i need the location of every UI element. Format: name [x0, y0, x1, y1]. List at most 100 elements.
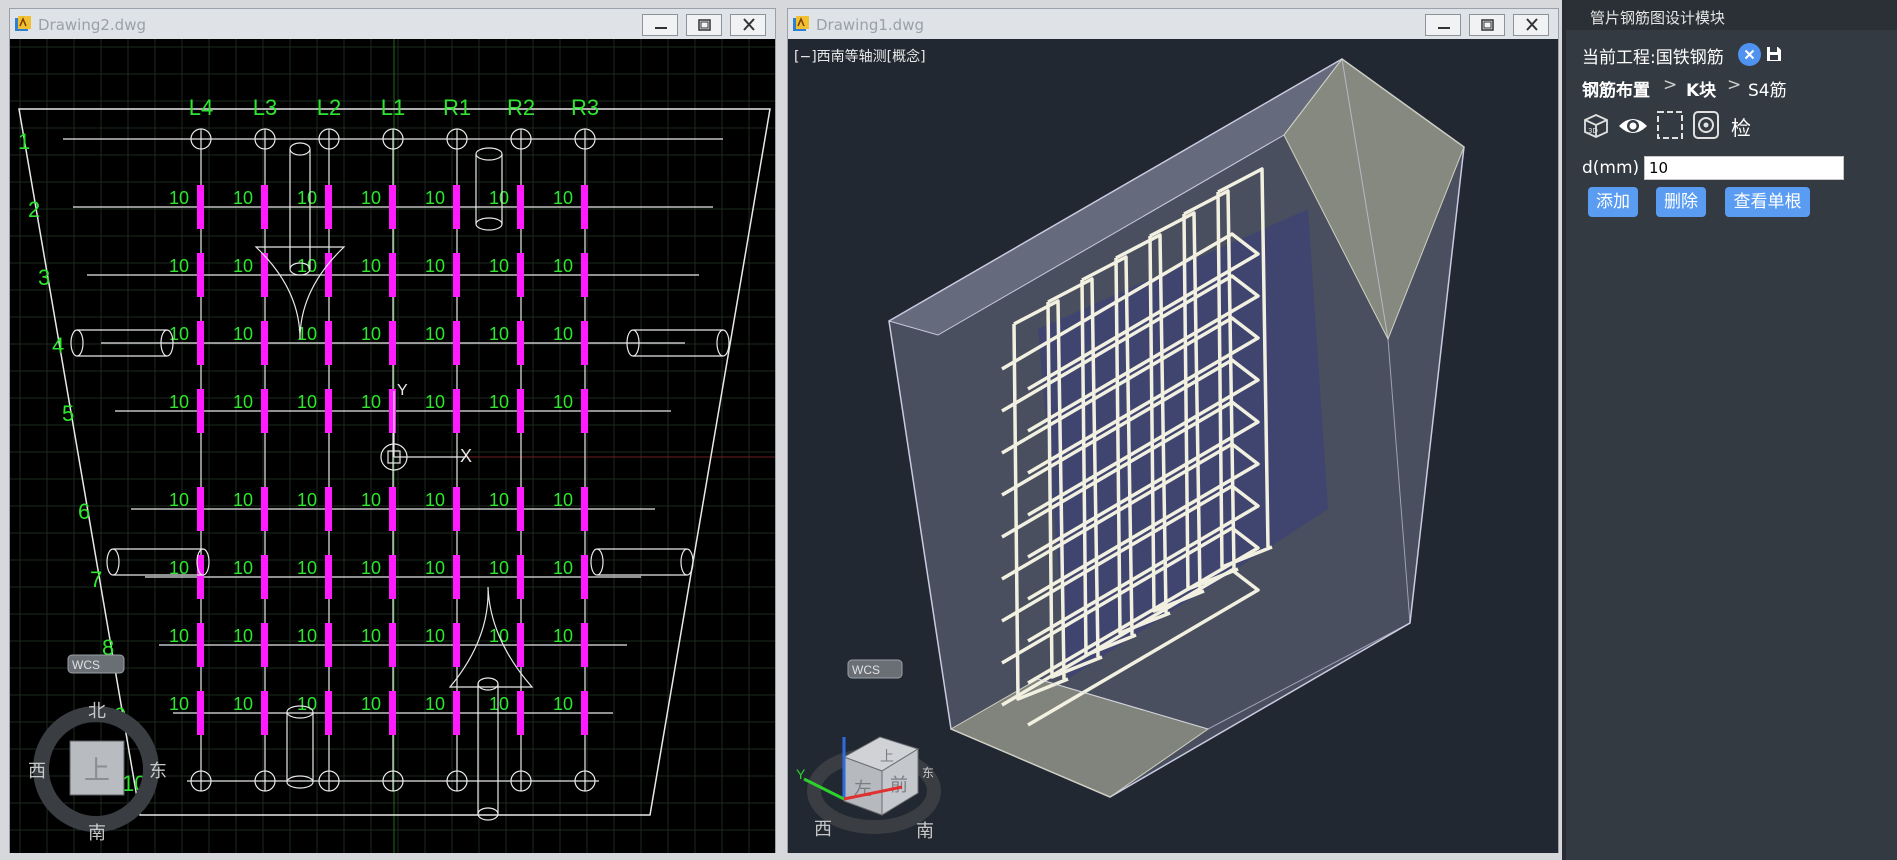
- column-label: L4: [189, 95, 213, 120]
- rebar-size-label: 10: [425, 188, 445, 208]
- delete-button[interactable]: 删除: [1656, 187, 1706, 217]
- rebar-size-label: 10: [425, 558, 445, 578]
- drawing2-window: Drawing2.dwg L4 L3 L2 L1 R1 R2 R3 1 2 3 4 5 6 7 8 9 10 10…: [9, 8, 776, 853]
- column-label: L3: [253, 95, 277, 120]
- rebar-marker: [261, 623, 268, 667]
- rebar-marker: [517, 389, 524, 433]
- rebar-size-label: 10: [233, 188, 253, 208]
- rebar-size-label: 10: [361, 188, 381, 208]
- row-label: 6: [78, 499, 90, 524]
- bolt-hole-end: [70, 329, 84, 357]
- target-icon[interactable]: [1692, 110, 1720, 140]
- rebar-marker: [261, 253, 268, 297]
- compass-west: 西: [28, 761, 46, 781]
- rebar-size-label: 10: [297, 626, 317, 646]
- breadcrumb-item-layout[interactable]: 钢筋布置: [1582, 76, 1650, 101]
- iso-view-viewport[interactable]: [−]西南等轴测[概念] WCS上左 前Y西 南东: [788, 39, 1558, 853]
- check-button[interactable]: 检: [1731, 112, 1751, 141]
- minimize-icon: [1438, 27, 1450, 29]
- svg-text:3D: 3D: [1588, 127, 1598, 135]
- drawing1-window: Drawing1.dwg [−]西南等轴测[概念] WCS 上左前 Y 西南东: [787, 8, 1559, 853]
- rebar-size-label: 10: [489, 694, 509, 714]
- breadcrumb-item-rebar[interactable]: S4筋: [1748, 76, 1787, 101]
- drawing2-titlebar[interactable]: Drawing2.dwg: [10, 9, 775, 39]
- rebar-marker: [453, 691, 460, 735]
- rebar-marker: [197, 555, 204, 599]
- drawing1-title: Drawing1.dwg: [816, 16, 924, 34]
- add-button[interactable]: 添加: [1588, 187, 1638, 217]
- close-button[interactable]: [1513, 14, 1549, 36]
- rebar-size-label: 10: [297, 694, 317, 714]
- restore-icon: [1481, 19, 1494, 31]
- row-label: 1: [18, 129, 30, 154]
- ucs-y-label: Y: [397, 382, 408, 399]
- rebar-marker: [389, 321, 396, 365]
- rebar-marker: [581, 185, 588, 229]
- autocad-file-icon: [793, 16, 809, 31]
- rebar-marker: [389, 389, 396, 433]
- rebar-marker: [517, 185, 524, 229]
- plan-view-viewport[interactable]: L4 L3 L2 L1 R1 R2 R31234567891010 10 10 10 10 10 101…: [10, 39, 775, 853]
- bolt-hole-end: [286, 775, 314, 789]
- rebar-size-label: 10: [297, 558, 317, 578]
- save-icon[interactable]: [1765, 45, 1783, 63]
- rebar-marker: [197, 253, 204, 297]
- eye-icon[interactable]: [1617, 114, 1649, 138]
- rebar-size-label: 10: [553, 694, 573, 714]
- current-project-label: 当前工程:国铁钢筋: [1582, 48, 1724, 68]
- rebar-size-label: 10: [233, 490, 253, 510]
- rebar-size-label: 10: [361, 694, 381, 714]
- compass-north: 北: [88, 701, 106, 721]
- drawing1-titlebar[interactable]: Drawing1.dwg: [788, 9, 1558, 39]
- rebar-size-label: 10: [361, 558, 381, 578]
- diameter-input[interactable]: 10: [1644, 156, 1844, 180]
- rebar-size-label: 10: [425, 490, 445, 510]
- maximize-button[interactable]: [686, 14, 722, 36]
- breadcrumb-separator: >: [1727, 75, 1742, 95]
- rebar-size-label: 10: [489, 256, 509, 276]
- rebar-marker: [517, 321, 524, 365]
- close-button[interactable]: [730, 14, 766, 36]
- autocad-file-icon: [15, 16, 31, 31]
- rebar-size-label: 10: [361, 392, 381, 412]
- view-label[interactable]: [−]西南等轴测[概念]: [794, 48, 926, 65]
- rebar-marker: [197, 623, 204, 667]
- rebar-size-label: 10: [361, 490, 381, 510]
- rebar-size-label: 10: [553, 392, 573, 412]
- bolt-hole-end: [716, 329, 730, 357]
- row-label: 3: [38, 265, 50, 290]
- close-icon: [1526, 18, 1538, 31]
- rebar-size-label: 10: [425, 694, 445, 714]
- rebar-marker: [197, 487, 204, 531]
- rebar-size-label: 10: [361, 256, 381, 276]
- rebar-size-label: 10: [361, 324, 381, 344]
- column-label: L2: [317, 95, 341, 120]
- rebar-size-label: 10: [169, 188, 189, 208]
- minimize-button[interactable]: [642, 14, 678, 36]
- viewcube-front-label: 前: [890, 775, 908, 795]
- minimize-icon: [655, 27, 667, 29]
- select-frame-icon[interactable]: [1656, 110, 1684, 140]
- view-single-button[interactable]: 查看单根: [1725, 187, 1810, 217]
- rebar-size-label: 10: [233, 392, 253, 412]
- rebar-size-label: 10: [489, 324, 509, 344]
- column-label: R3: [571, 95, 599, 120]
- 3d-view-icon[interactable]: 3D: [1582, 112, 1610, 140]
- rebar-marker: [453, 253, 460, 297]
- rebar-marker: [325, 389, 332, 433]
- rebar-marker: [517, 253, 524, 297]
- rebar-size-label: 10: [297, 392, 317, 412]
- rebar-size-label: 10: [489, 490, 509, 510]
- breadcrumb-item-block[interactable]: K块: [1686, 76, 1716, 101]
- maximize-button[interactable]: [1469, 14, 1505, 36]
- minimize-button[interactable]: [1425, 14, 1461, 36]
- rebar-size-label: 10: [425, 626, 445, 646]
- clear-project-button[interactable]: [1738, 43, 1761, 66]
- rebar-marker: [325, 691, 332, 735]
- rebar-marker: [325, 185, 332, 229]
- rebar-size-label: 10: [233, 626, 253, 646]
- rebar-marker: [581, 623, 588, 667]
- rebar-marker: [261, 487, 268, 531]
- rebar-marker: [389, 691, 396, 735]
- rebar-size-label: 10: [425, 324, 445, 344]
